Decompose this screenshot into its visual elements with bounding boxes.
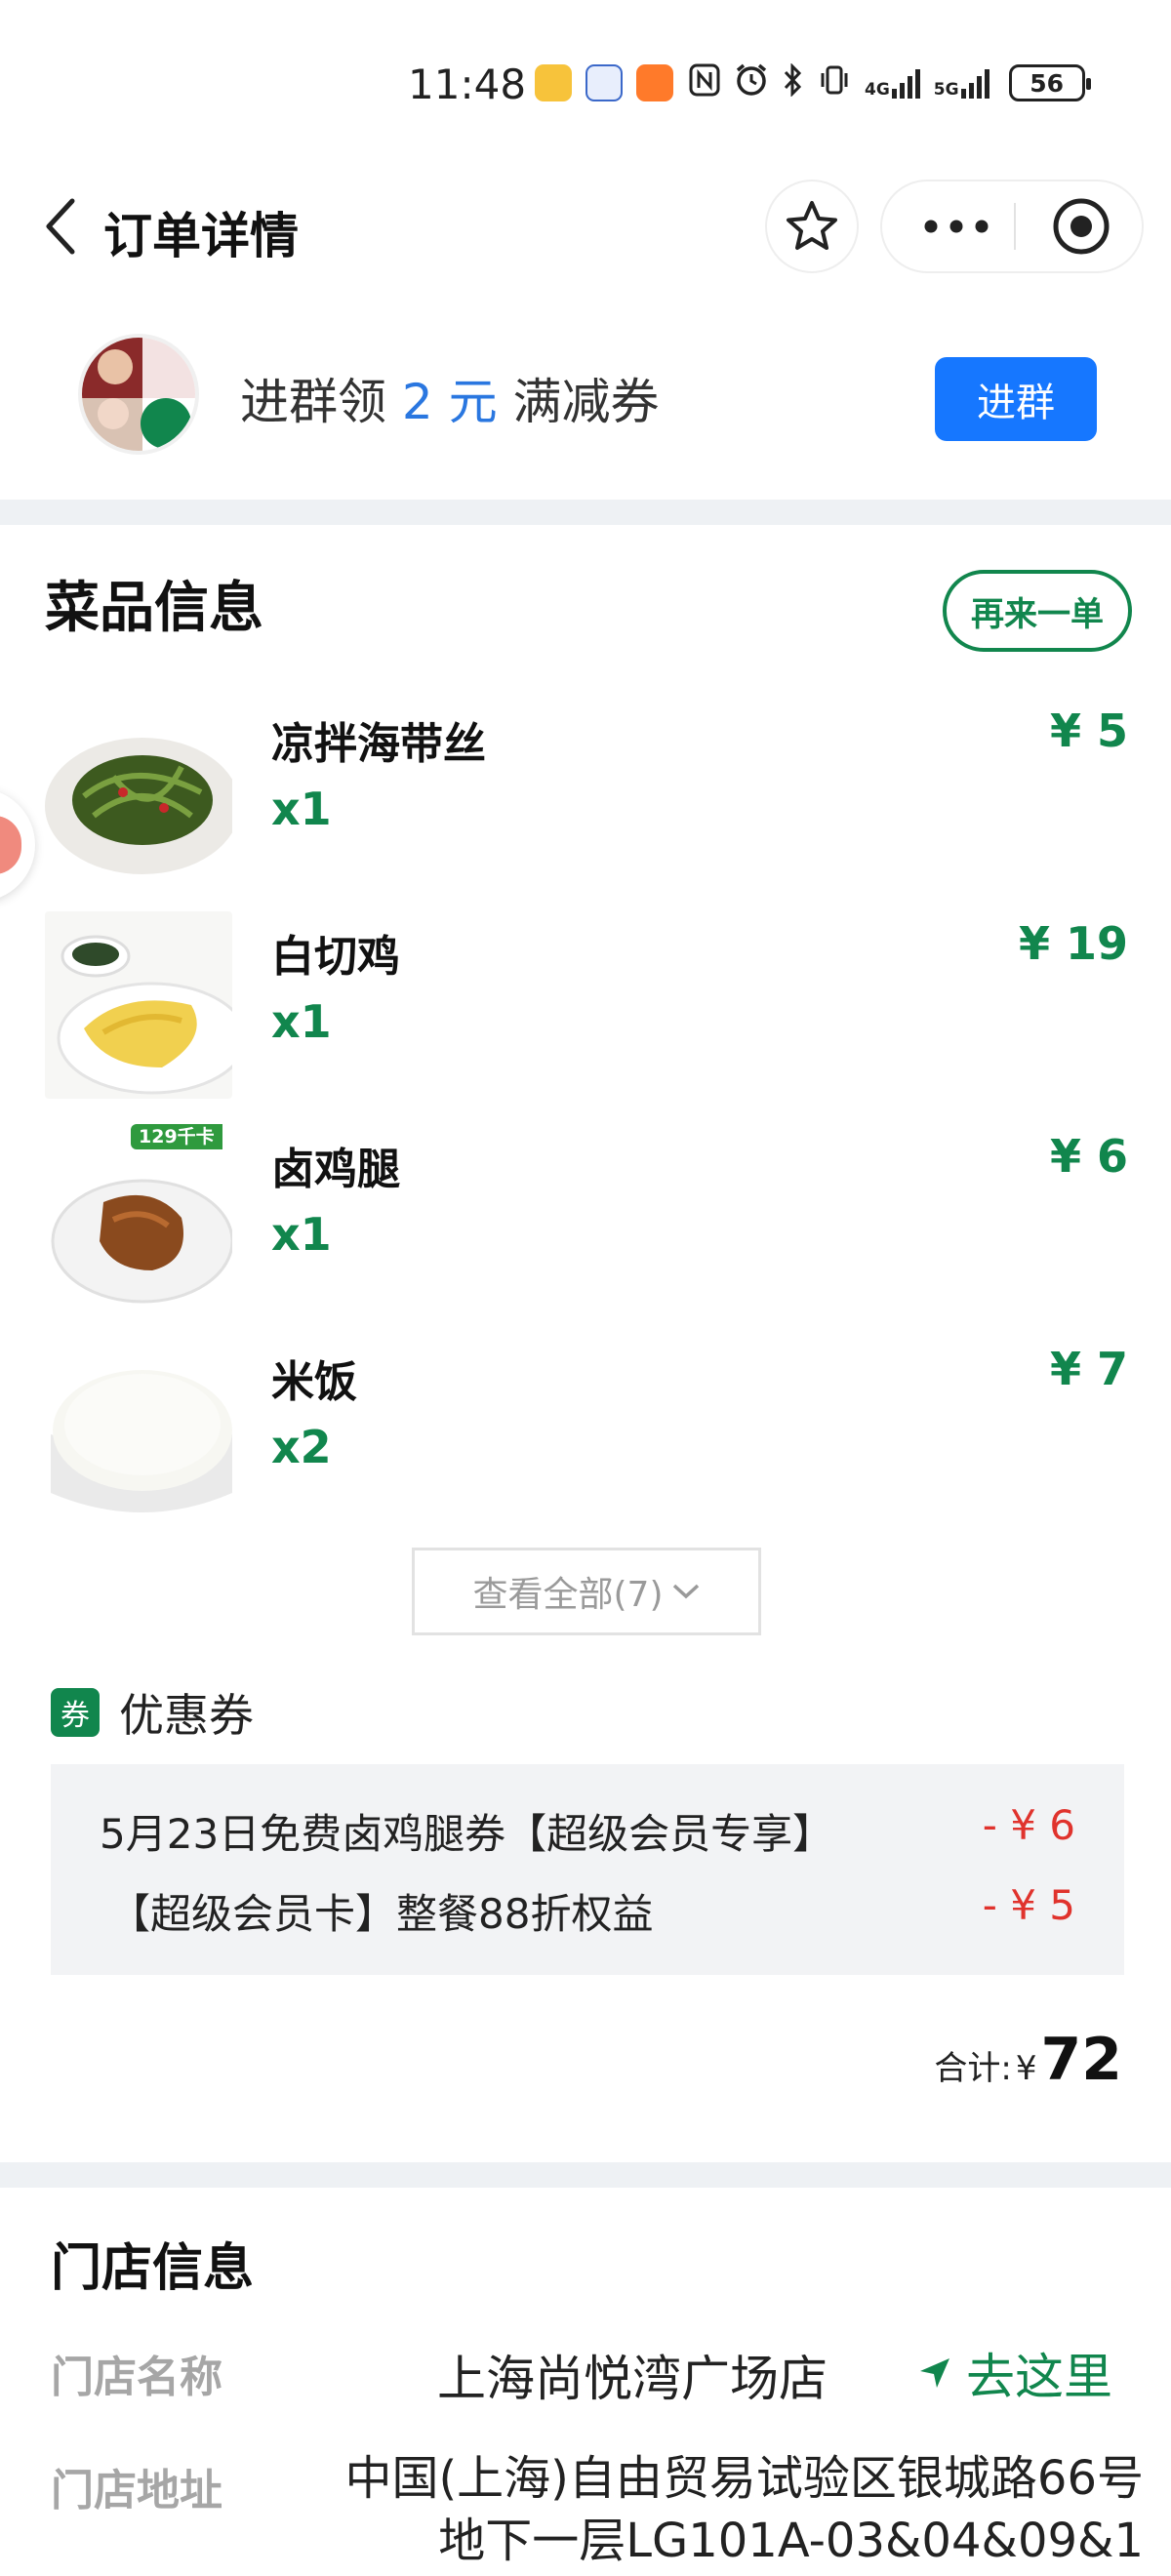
- dish-name: 米饭: [271, 1357, 357, 1407]
- nfc-icon: [689, 63, 720, 102]
- dish-name: 卤鸡腿: [271, 1145, 400, 1194]
- navigate-button[interactable]: 去这里: [917, 2338, 1112, 2408]
- target-circle-icon: [1053, 198, 1110, 255]
- dish-price: ¥ 7: [1049, 1343, 1128, 1395]
- signal-5g-bars-icon: [960, 67, 989, 99]
- group-promo-amount: 2 元: [401, 374, 498, 430]
- section-divider: [0, 2162, 1171, 2188]
- dish-quantity: x1: [271, 995, 332, 1048]
- bluetooth-icon: [783, 62, 804, 102]
- view-all-label: 查看全部(7): [472, 1575, 664, 1615]
- close-mini-program-button[interactable]: [1029, 181, 1134, 271]
- navigate-label: 去这里: [966, 2349, 1112, 2405]
- status-bar: 11:48 4G 5G 56: [0, 0, 1171, 166]
- coupon-row: 5月23日免费卤鸡腿券【超级会员专享】 - ¥ 6: [51, 1790, 1124, 1868]
- favorite-button[interactable]: [765, 180, 859, 273]
- signal-4g: 4G: [865, 67, 920, 99]
- coupon-amount: - ¥ 5: [982, 1881, 1075, 1929]
- dish-quantity: x1: [271, 783, 332, 835]
- coupon-section-title: 券 优惠券: [51, 1680, 254, 1745]
- dish-section-title: 菜品信息: [45, 577, 263, 640]
- group-coupon-banner: 进群领 2 元 满减券 进群: [0, 310, 1171, 486]
- signal-5g: 5G: [934, 67, 989, 99]
- dish-item[interactable]: 129千卡 卤鸡腿 x1 ¥ 6: [0, 1124, 1171, 1337]
- navigation-arrow-icon: [920, 2358, 949, 2388]
- status-time: 11:48: [408, 60, 527, 108]
- coupon-name: 【超级会员卡】整餐88折权益: [109, 1890, 654, 1938]
- dish-image: [45, 699, 232, 886]
- vibrate-icon: [818, 63, 851, 102]
- reorder-button[interactable]: 再来一单: [943, 570, 1132, 652]
- star-icon: [787, 201, 837, 250]
- total-currency: ¥: [1015, 2049, 1037, 2088]
- system-icons: 4G 5G 56: [689, 62, 1091, 103]
- battery-indicator: 56: [1008, 64, 1091, 101]
- more-button[interactable]: [904, 181, 1009, 271]
- coupon-name: 5月23日免费卤鸡腿券【超级会员专享】: [100, 1810, 834, 1858]
- dish-item[interactable]: 米饭 x2 ¥ 7: [0, 1337, 1171, 1550]
- join-group-button[interactable]: 进群: [935, 357, 1097, 441]
- notification-icons: [535, 64, 673, 101]
- shopping-app-icon: [636, 64, 673, 101]
- total-value: 72: [1040, 2026, 1123, 2094]
- coupon-amount: - ¥ 6: [982, 1801, 1075, 1849]
- coupon-list: 5月23日免费卤鸡腿券【超级会员专享】 - ¥ 6 【超级会员卡】整餐88折权益…: [51, 1764, 1124, 1975]
- store-address: 中国(上海)自由贸易试验区银城路66号地下一层LG101A-03&04&09&1: [344, 2451, 1144, 2568]
- dish-price: ¥ 19: [1018, 917, 1128, 970]
- dish-quantity: x2: [271, 1421, 332, 1473]
- view-all-button[interactable]: 查看全部(7): [412, 1548, 761, 1635]
- dish-item[interactable]: 白切鸡 x1 ¥ 19: [0, 911, 1171, 1124]
- coupon-row: 【超级会员卡】整餐88折权益 - ¥ 5: [51, 1870, 1124, 1948]
- store-name-label: 门店名称: [51, 2353, 222, 2402]
- mini-program-capsule: [880, 180, 1144, 273]
- order-total: 合计: ¥ 72: [934, 2026, 1122, 2094]
- chevron-down-icon: [672, 1584, 699, 1599]
- back-arrow-icon[interactable]: [39, 195, 90, 258]
- store-section-title: 门店信息: [51, 2239, 255, 2298]
- dish-image: [45, 911, 232, 1099]
- news-app-icon: [586, 64, 623, 101]
- dish-name: 白切鸡: [271, 932, 400, 982]
- coupon-label: 优惠券: [119, 1689, 254, 1742]
- dish-image: [45, 1337, 232, 1524]
- capsule-divider: [1014, 203, 1016, 250]
- store-address-label: 门店地址: [51, 2466, 222, 2516]
- total-label: 合计:: [934, 2049, 1012, 2088]
- section-divider: [0, 500, 1171, 525]
- dish-quantity: x1: [271, 1208, 332, 1261]
- weibo-app-icon: [535, 64, 572, 101]
- dish-price: ¥ 5: [1049, 704, 1128, 757]
- dish-image: [45, 1124, 232, 1311]
- dish-name: 凉拌海带丝: [271, 719, 486, 769]
- more-dots-icon: [924, 220, 989, 233]
- group-avatar: [78, 334, 199, 455]
- nav-bar: 订单详情: [0, 166, 1171, 287]
- page-title: 订单详情: [103, 208, 299, 264]
- calorie-tag: 129千卡: [131, 1124, 222, 1149]
- coupon-badge-icon: 券: [51, 1688, 100, 1737]
- store-name: 上海尚悦湾广场店: [437, 2351, 828, 2407]
- alarm-icon: [734, 62, 769, 103]
- signal-4g-bars-icon: [891, 67, 920, 99]
- dish-item[interactable]: 凉拌海带丝 x1 ¥ 5: [0, 699, 1171, 911]
- dish-price: ¥ 6: [1049, 1130, 1128, 1183]
- group-promo-text: 进群领 2 元 满减券: [240, 374, 660, 430]
